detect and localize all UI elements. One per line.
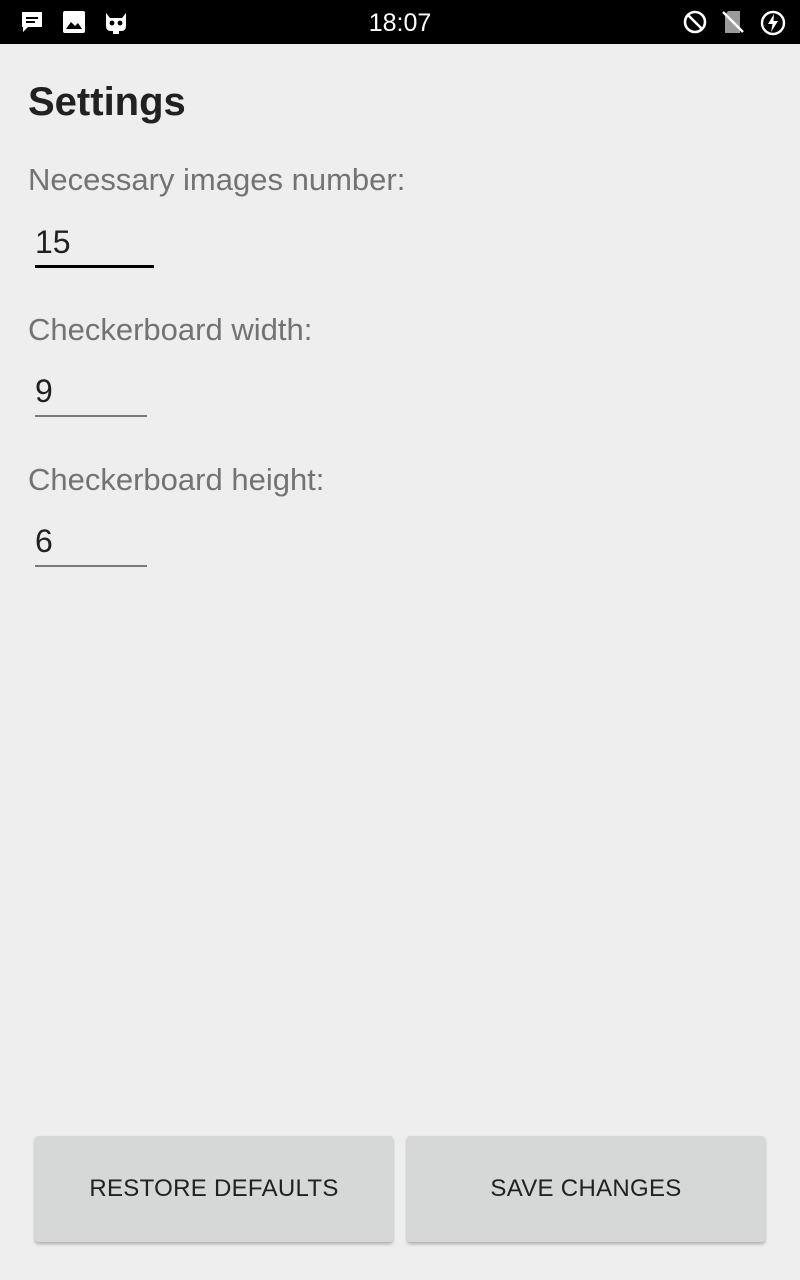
images-number-input[interactable]: 15: [35, 218, 154, 268]
do-not-disturb-icon: [682, 9, 708, 35]
checkerboard-width-input[interactable]: 9: [35, 367, 147, 417]
status-time: 18:07: [368, 9, 432, 37]
checkerboard-height-label: Checkerboard height:: [28, 462, 325, 497]
battery-charging-icon: [759, 9, 786, 36]
page-title: Settings: [28, 80, 186, 124]
restore-defaults-button[interactable]: RESTORE DEFAULTS: [35, 1136, 393, 1242]
no-sim-icon: [720, 9, 746, 35]
checkerboard-width-label: Checkerboard width:: [28, 312, 313, 347]
checkerboard-height-input[interactable]: 6: [35, 517, 147, 567]
save-changes-button[interactable]: SAVE CHANGES: [407, 1136, 765, 1242]
status-bar: 18:07: [0, 0, 800, 44]
images-number-label: Necessary images number:: [28, 162, 406, 197]
settings-screen: Settings Necessary images number: 15 Che…: [0, 44, 800, 1280]
